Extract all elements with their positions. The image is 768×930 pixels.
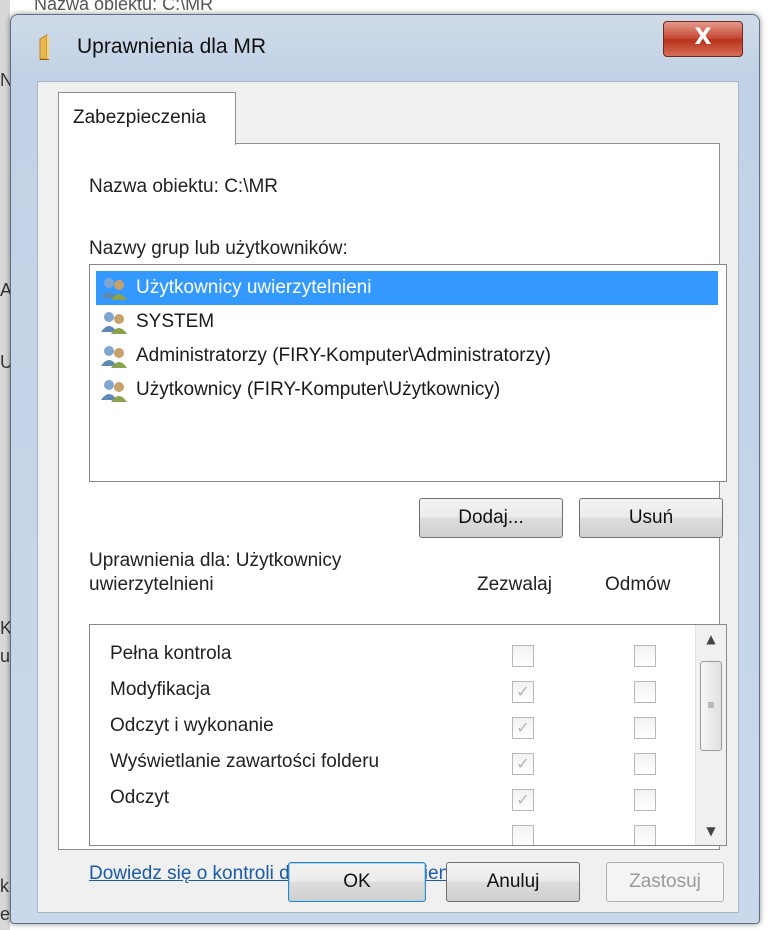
allow-checkbox[interactable]: ✓ [512,753,534,775]
table-row: Odczyt i wykonanie ✓ [90,711,690,747]
apply-button[interactable]: Zastosuj [606,862,724,902]
tab-security[interactable]: Zabezpieczenia [58,92,236,145]
permissions-table: Pełna kontrola Modyfikacja ✓ Odczyt i wy… [89,624,727,846]
table-row: Modyfikacja ✓ [90,675,690,711]
permission-name: Wyświetlanie zawartości folderu [110,751,380,772]
allow-checkbox[interactable] [512,825,534,845]
object-name-value: C:\MR [224,176,279,197]
list-item[interactable]: Użytkownicy uwierzytelnieni [96,271,718,305]
users-icon [100,310,128,334]
deny-checkbox[interactable] [634,789,656,811]
users-icon [100,344,128,368]
background-window-edge [0,0,10,930]
allow-checkbox[interactable]: ✓ [512,681,534,703]
permission-name: Odczyt [110,787,170,808]
scroll-up-arrow-icon[interactable]: ▲ [696,625,726,653]
deny-checkbox[interactable] [634,753,656,775]
background-window-text: Nazwa obiektu: C:\MR [34,0,214,14]
table-row: Wyświetlanie zawartości folderu ✓ [90,747,690,783]
add-button[interactable]: Dodaj... [419,498,563,538]
remove-button[interactable]: Usuń [579,498,723,538]
table-row: Pełna kontrola [90,639,690,675]
permissions-for-user: uwierzytelnieni [89,574,214,595]
scroll-down-arrow-icon[interactable]: ▼ [696,817,726,845]
scrollbar-thumb[interactable]: ≡ [700,661,722,751]
object-name-label: Nazwa obiektu: C:\MR [89,176,278,198]
groups-label: Nazwy grup lub użytkowników: [89,238,348,259]
window-title: Uprawnienia dla MR [77,35,267,58]
background-letter: e [0,904,11,924]
deny-checkbox[interactable] [634,645,656,667]
cancel-button[interactable]: Anuluj [446,862,580,902]
deny-checkbox[interactable] [634,717,656,739]
list-item[interactable]: Użytkownicy (FIRY-Komputer\Użytkownicy) [96,373,718,407]
allow-checkbox[interactable]: ✓ [512,717,534,739]
close-icon: X [694,25,712,50]
deny-checkbox[interactable] [634,825,656,845]
permission-name: Pełna kontrola [110,643,232,664]
list-item[interactable]: SYSTEM [96,305,718,339]
deny-column-header: Odmów [605,574,671,595]
security-panel: Nazwa obiektu: C:\MR Nazwy grup lub użyt… [58,143,727,884]
allow-checkbox[interactable] [512,645,534,667]
table-row: Odczyt ✓ [90,783,690,819]
folder-icon [37,33,63,61]
permissions-for-label: Uprawnienia dla: Użytkownicy [89,550,342,571]
list-item-label: SYSTEM [136,311,215,332]
title-bar[interactable]: Uprawnienia dla MR X [11,15,759,77]
users-icon [100,378,128,402]
list-item-label: Użytkownicy uwierzytelnieni [136,277,372,298]
list-item-label: Użytkownicy (FIRY-Komputer\Użytkownicy) [136,379,501,400]
permission-name: Modyfikacja [110,679,211,700]
permissions-dialog: Uprawnienia dla MR X Zabezpieczenia Nazw… [10,14,760,924]
permission-name: Odczyt i wykonanie [110,715,274,736]
allow-checkbox[interactable]: ✓ [512,789,534,811]
close-button[interactable]: X [663,21,743,57]
list-item[interactable]: Administratorzy (FIRY-Komputer\Administr… [96,339,718,373]
permissions-scrollbar[interactable]: ▲ ≡ ▼ [695,625,726,845]
allow-column-header: Zezwalaj [477,574,552,595]
background-letter: u [0,646,11,666]
dialog-client-area: Zabezpieczenia Nazwa obiektu: C:\MR Nazw… [37,81,739,913]
object-name-caption: Nazwa obiektu: [89,176,219,197]
deny-checkbox[interactable] [634,681,656,703]
ok-button[interactable]: OK [288,862,426,902]
groups-listbox[interactable]: Użytkownicy uwierzytelnieni SYSTEM Admin… [89,264,727,482]
table-row-partial [90,819,690,845]
list-item-label: Administratorzy (FIRY-Komputer\Administr… [136,345,551,366]
users-icon [100,276,128,300]
background-letter: k [0,876,9,896]
